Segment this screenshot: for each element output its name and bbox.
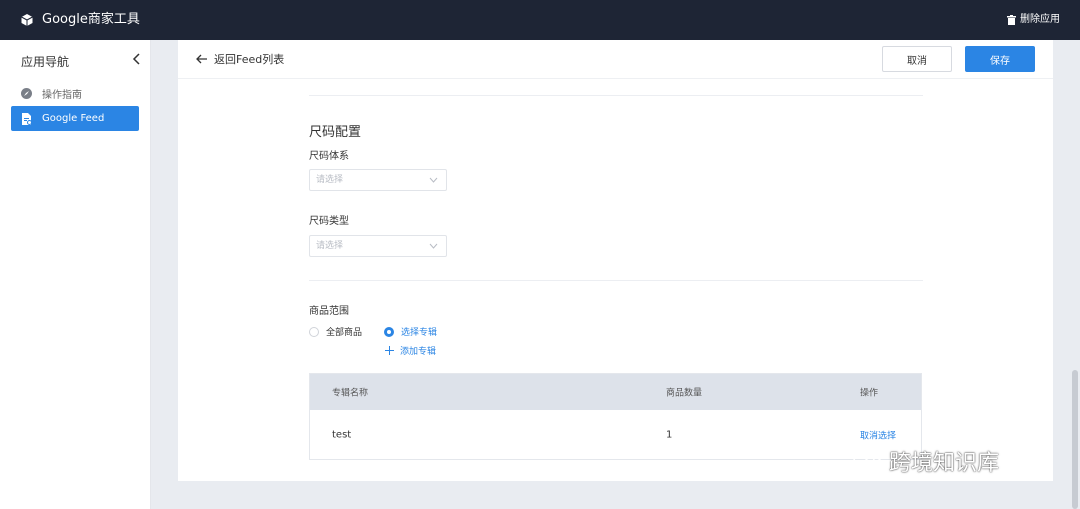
- collection-table: 专辑名称 商品数量 操作 test 1 取消选择: [309, 373, 922, 460]
- scrollbar[interactable]: [1072, 370, 1078, 509]
- app-title: Google商家工具: [42, 12, 140, 27]
- size-system-label: 尺码体系: [309, 151, 349, 162]
- sidebar-item-label: 操作指南: [42, 90, 82, 101]
- sidebar-item-label: Google Feed: [42, 113, 105, 124]
- watermark: 跨境知识库: [853, 445, 999, 477]
- radio-label: 选择专辑: [401, 328, 438, 338]
- column-header-name: 专辑名称: [332, 388, 369, 399]
- table-header: 专辑名称 商品数量 操作: [310, 374, 921, 410]
- feed-doc-icon: [22, 112, 32, 125]
- cube-icon: [21, 14, 33, 26]
- compass-icon: [21, 88, 32, 99]
- chevron-down-icon: [429, 243, 438, 249]
- delete-app-button[interactable]: 删除应用: [1007, 13, 1060, 27]
- wechat-icon: [853, 448, 883, 472]
- size-system-select[interactable]: 请选择: [309, 169, 447, 191]
- watermark-text: 跨境知识库: [889, 451, 1000, 476]
- radio-label: 全部商品: [326, 328, 363, 338]
- radio-circle: [309, 326, 319, 337]
- cancel-button[interactable]: 取消: [882, 46, 952, 72]
- add-collection-label: 添加专辑: [400, 347, 437, 357]
- size-type-label: 尺码类型: [309, 216, 349, 227]
- cancel-select-link[interactable]: 取消选择: [860, 428, 896, 441]
- divider: [309, 280, 923, 281]
- save-button[interactable]: 保存: [965, 46, 1035, 72]
- column-header-action: 操作: [860, 388, 879, 399]
- column-header-count: 商品数量: [666, 388, 703, 399]
- arrow-left-icon: [196, 54, 207, 64]
- divider: [309, 95, 923, 96]
- chevron-left-icon[interactable]: [131, 52, 143, 66]
- back-to-feed-list-link[interactable]: 返回Feed列表: [196, 51, 284, 67]
- top-bar: Google商家工具 删除应用: [0, 0, 1080, 40]
- cell-collection-name: test: [332, 429, 352, 440]
- size-type-select[interactable]: 请选择: [309, 235, 447, 257]
- chevron-down-icon: [429, 177, 438, 183]
- sidebar-header: 应用导航: [21, 55, 70, 69]
- radio-all-products[interactable]: 全部商品: [309, 325, 362, 338]
- cell-product-count: 1: [666, 429, 673, 440]
- sidebar-item-google-feed[interactable]: Google Feed: [11, 106, 139, 131]
- header-bar: 返回Feed列表 取消 保存: [178, 40, 1053, 79]
- trash-icon: [1007, 15, 1016, 25]
- radio-circle: [384, 326, 395, 337]
- back-label: 返回Feed列表: [214, 53, 285, 66]
- size-system-placeholder: 请选择: [316, 175, 344, 185]
- table-row: test 1 取消选择: [310, 410, 921, 459]
- sidebar-item-guide[interactable]: 操作指南: [11, 81, 139, 106]
- product-scope-label: 商品范围: [309, 306, 349, 317]
- product-scope-radio-group: 全部商品 选择专辑: [309, 325, 437, 338]
- add-collection-button[interactable]: 添加专辑: [385, 344, 436, 357]
- size-type-placeholder: 请选择: [316, 241, 344, 251]
- radio-select-collection[interactable]: 选择专辑: [384, 325, 437, 338]
- plus-icon: [385, 346, 394, 355]
- main-panel: 返回Feed列表 取消 保存 尺码配置 尺码体系 请选择 尺码类型 请选择 商品…: [178, 40, 1053, 481]
- delete-app-label: 删除应用: [1020, 14, 1060, 25]
- sidebar: 应用导航 操作指南 Google Feed: [0, 40, 151, 509]
- size-config-title: 尺码配置: [309, 125, 362, 140]
